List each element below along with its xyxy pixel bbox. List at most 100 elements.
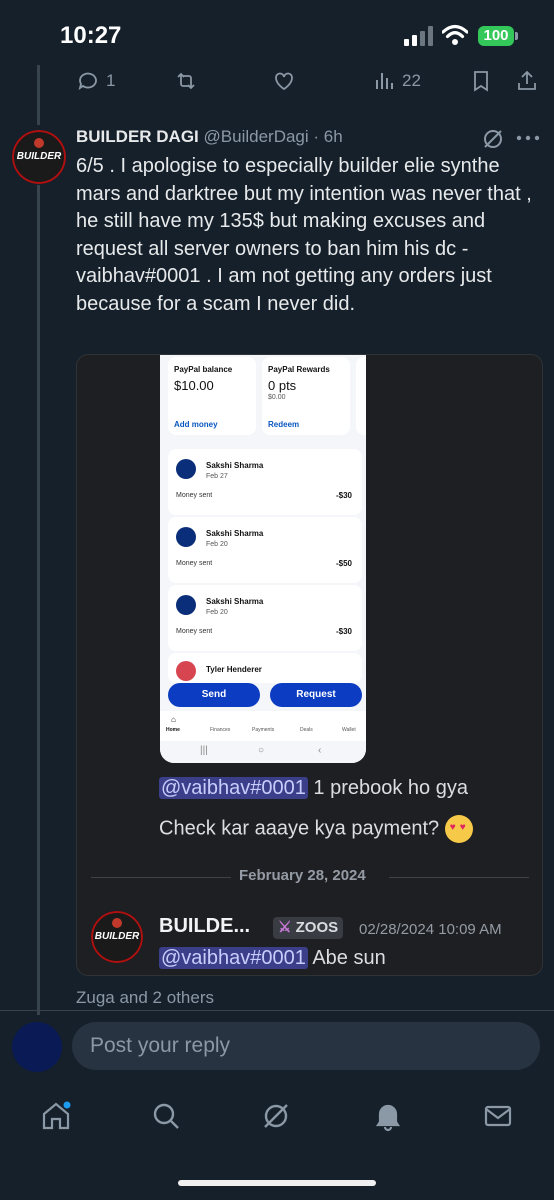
heart-icon	[275, 72, 293, 91]
author-name[interactable]: BUILDER DAGI	[76, 127, 199, 146]
store-icon	[176, 527, 196, 547]
transaction-type: Money sent	[176, 628, 213, 635]
retweet-icon	[177, 72, 195, 90]
send-button: Send	[168, 683, 260, 707]
author-avatar[interactable]: BUILDER	[12, 130, 66, 184]
transaction-type: Money sent	[176, 560, 213, 567]
paypal-screenshot: PayPal balance $10.00 Add money PayPal R…	[160, 355, 366, 763]
avatar-logo-text: BUILDER	[94, 931, 140, 942]
retweet-button[interactable]	[174, 66, 198, 96]
paypal-nav: ⌂ Home Finances Payments Deals Wallet	[160, 711, 366, 741]
reply-input[interactable]: Post your reply	[72, 1022, 540, 1070]
transaction-name: Sakshi Sharma	[206, 529, 264, 538]
role-tag: ⚔ ZOOS	[273, 917, 344, 939]
discord-author: BUILDE...	[159, 915, 251, 937]
transaction-amount: -$30	[335, 627, 352, 636]
search-icon[interactable]	[150, 1100, 182, 1132]
transaction-date: Feb 20	[206, 609, 228, 616]
reply-divider	[0, 1010, 554, 1011]
rewards-card: PayPal Rewards 0 pts $0.00 Redeem	[262, 357, 350, 435]
date-divider-left	[91, 877, 231, 878]
share-icon	[518, 70, 536, 90]
android-nav: ||| ○ ‹	[160, 741, 366, 763]
message-text: Abe sun	[312, 947, 386, 969]
more-icon[interactable]	[516, 134, 540, 142]
transaction-amount: -$50	[335, 559, 352, 568]
home-icon[interactable]	[40, 1100, 72, 1132]
discord-message: @vaibhav#0001 1 prebook ho gya	[159, 777, 468, 800]
heart-eyes-emoji: ♥ ♥	[444, 815, 473, 843]
nav-finances: Finances	[210, 727, 231, 733]
view-count: 22	[402, 71, 421, 90]
date-divider: February 28, 2024	[239, 867, 366, 884]
bookmark-button[interactable]	[469, 66, 493, 96]
discord-message: @vaibhav#0001 Abe sun	[159, 947, 386, 970]
avatar-logo-text: BUILDER	[16, 151, 62, 162]
rewards-label: PayPal Rewards	[268, 365, 330, 374]
author-handle-time[interactable]: @BuilderDagi · 6h	[204, 127, 343, 146]
transaction-row: Sakshi Sharma Feb 27 Money sent -$30	[168, 449, 362, 515]
transaction-row: Sakshi Sharma Feb 20 Money sent -$30	[168, 585, 362, 651]
thread-line	[37, 65, 40, 125]
nav-home-icon: ⌂	[171, 715, 176, 724]
reply-button[interactable]: 1	[76, 66, 115, 96]
grok-icon[interactable]	[260, 1100, 292, 1132]
balance-card: PayPal balance $10.00 Add money	[168, 357, 256, 435]
transaction-date: Feb 27	[206, 473, 228, 480]
my-avatar[interactable]	[12, 1022, 62, 1072]
transaction-amount: -$30	[335, 491, 352, 500]
tweet-text: 6/5 . I apologise to especially builder …	[76, 155, 532, 315]
discord-message-line2: Check kar aaaye kya payment? ♥ ♥	[159, 815, 473, 843]
transaction-name: Sakshi Sharma	[206, 461, 264, 470]
message-text: 1 prebook ho gya	[313, 777, 468, 799]
home-indicator	[178, 1180, 376, 1186]
nav-payments: Payments	[252, 727, 275, 733]
nav-home: Home	[166, 727, 180, 733]
mention: @vaibhav#0001	[159, 777, 308, 799]
home-circle-icon: ○	[258, 745, 265, 756]
grok-icon[interactable]	[482, 128, 504, 150]
request-button: Request	[270, 683, 362, 707]
reply-count: 1	[106, 71, 116, 90]
messages-icon[interactable]	[482, 1100, 514, 1132]
views-button[interactable]: 22	[372, 66, 421, 96]
role-tag-text: ZOOS	[295, 919, 339, 936]
transaction-type: Money sent	[176, 492, 213, 499]
share-button[interactable]	[515, 66, 539, 96]
nav-wallet: Wallet	[342, 727, 356, 733]
contact-avatar	[176, 661, 196, 681]
thread-line	[37, 185, 40, 1015]
views-icon	[376, 73, 393, 89]
tweet-media[interactable]: PayPal balance $10.00 Add money PayPal R…	[76, 354, 543, 976]
notifications-icon[interactable]	[372, 1100, 404, 1132]
transaction-row: Sakshi Sharma Feb 20 Money sent -$50	[168, 517, 362, 583]
balance-value: $10.00	[174, 378, 214, 393]
signal-icon	[404, 26, 433, 46]
back-icon: ‹	[318, 745, 322, 756]
wifi-icon	[442, 24, 468, 45]
transaction-row: Tyler Henderer	[168, 653, 362, 683]
rewards-value: 0 pts	[268, 378, 297, 393]
balance-label: PayPal balance	[174, 365, 233, 374]
battery-indicator: 100	[478, 26, 514, 46]
discord-timestamp: 02/28/2024 10:09 AM	[359, 921, 502, 938]
nav-deals: Deals	[300, 727, 313, 733]
rewards-sub: $0.00	[268, 394, 286, 401]
status-time: 10:27	[60, 22, 122, 49]
tweet-header: BUILDER DAGI @BuilderDagi · 6h	[76, 127, 343, 147]
add-money-link: Add money	[174, 420, 218, 429]
sword-icon: ⚔	[278, 919, 292, 936]
battery-tip	[515, 32, 518, 40]
message-text: Check kar aaaye kya payment?	[159, 817, 440, 840]
bookmark-icon	[474, 71, 488, 92]
transaction-name: Tyler Henderer	[206, 665, 262, 674]
like-button[interactable]	[272, 66, 296, 96]
discord-avatar: BUILDER	[91, 911, 143, 963]
transaction-date: Feb 20	[206, 541, 228, 548]
mention: @vaibhav#0001	[159, 947, 308, 969]
liked-by-line[interactable]: Zuga and 2 others	[76, 988, 214, 1008]
recents-icon: |||	[200, 745, 208, 756]
redeem-link: Redeem	[268, 420, 300, 429]
date-divider-right	[389, 877, 529, 878]
third-card	[356, 357, 366, 435]
